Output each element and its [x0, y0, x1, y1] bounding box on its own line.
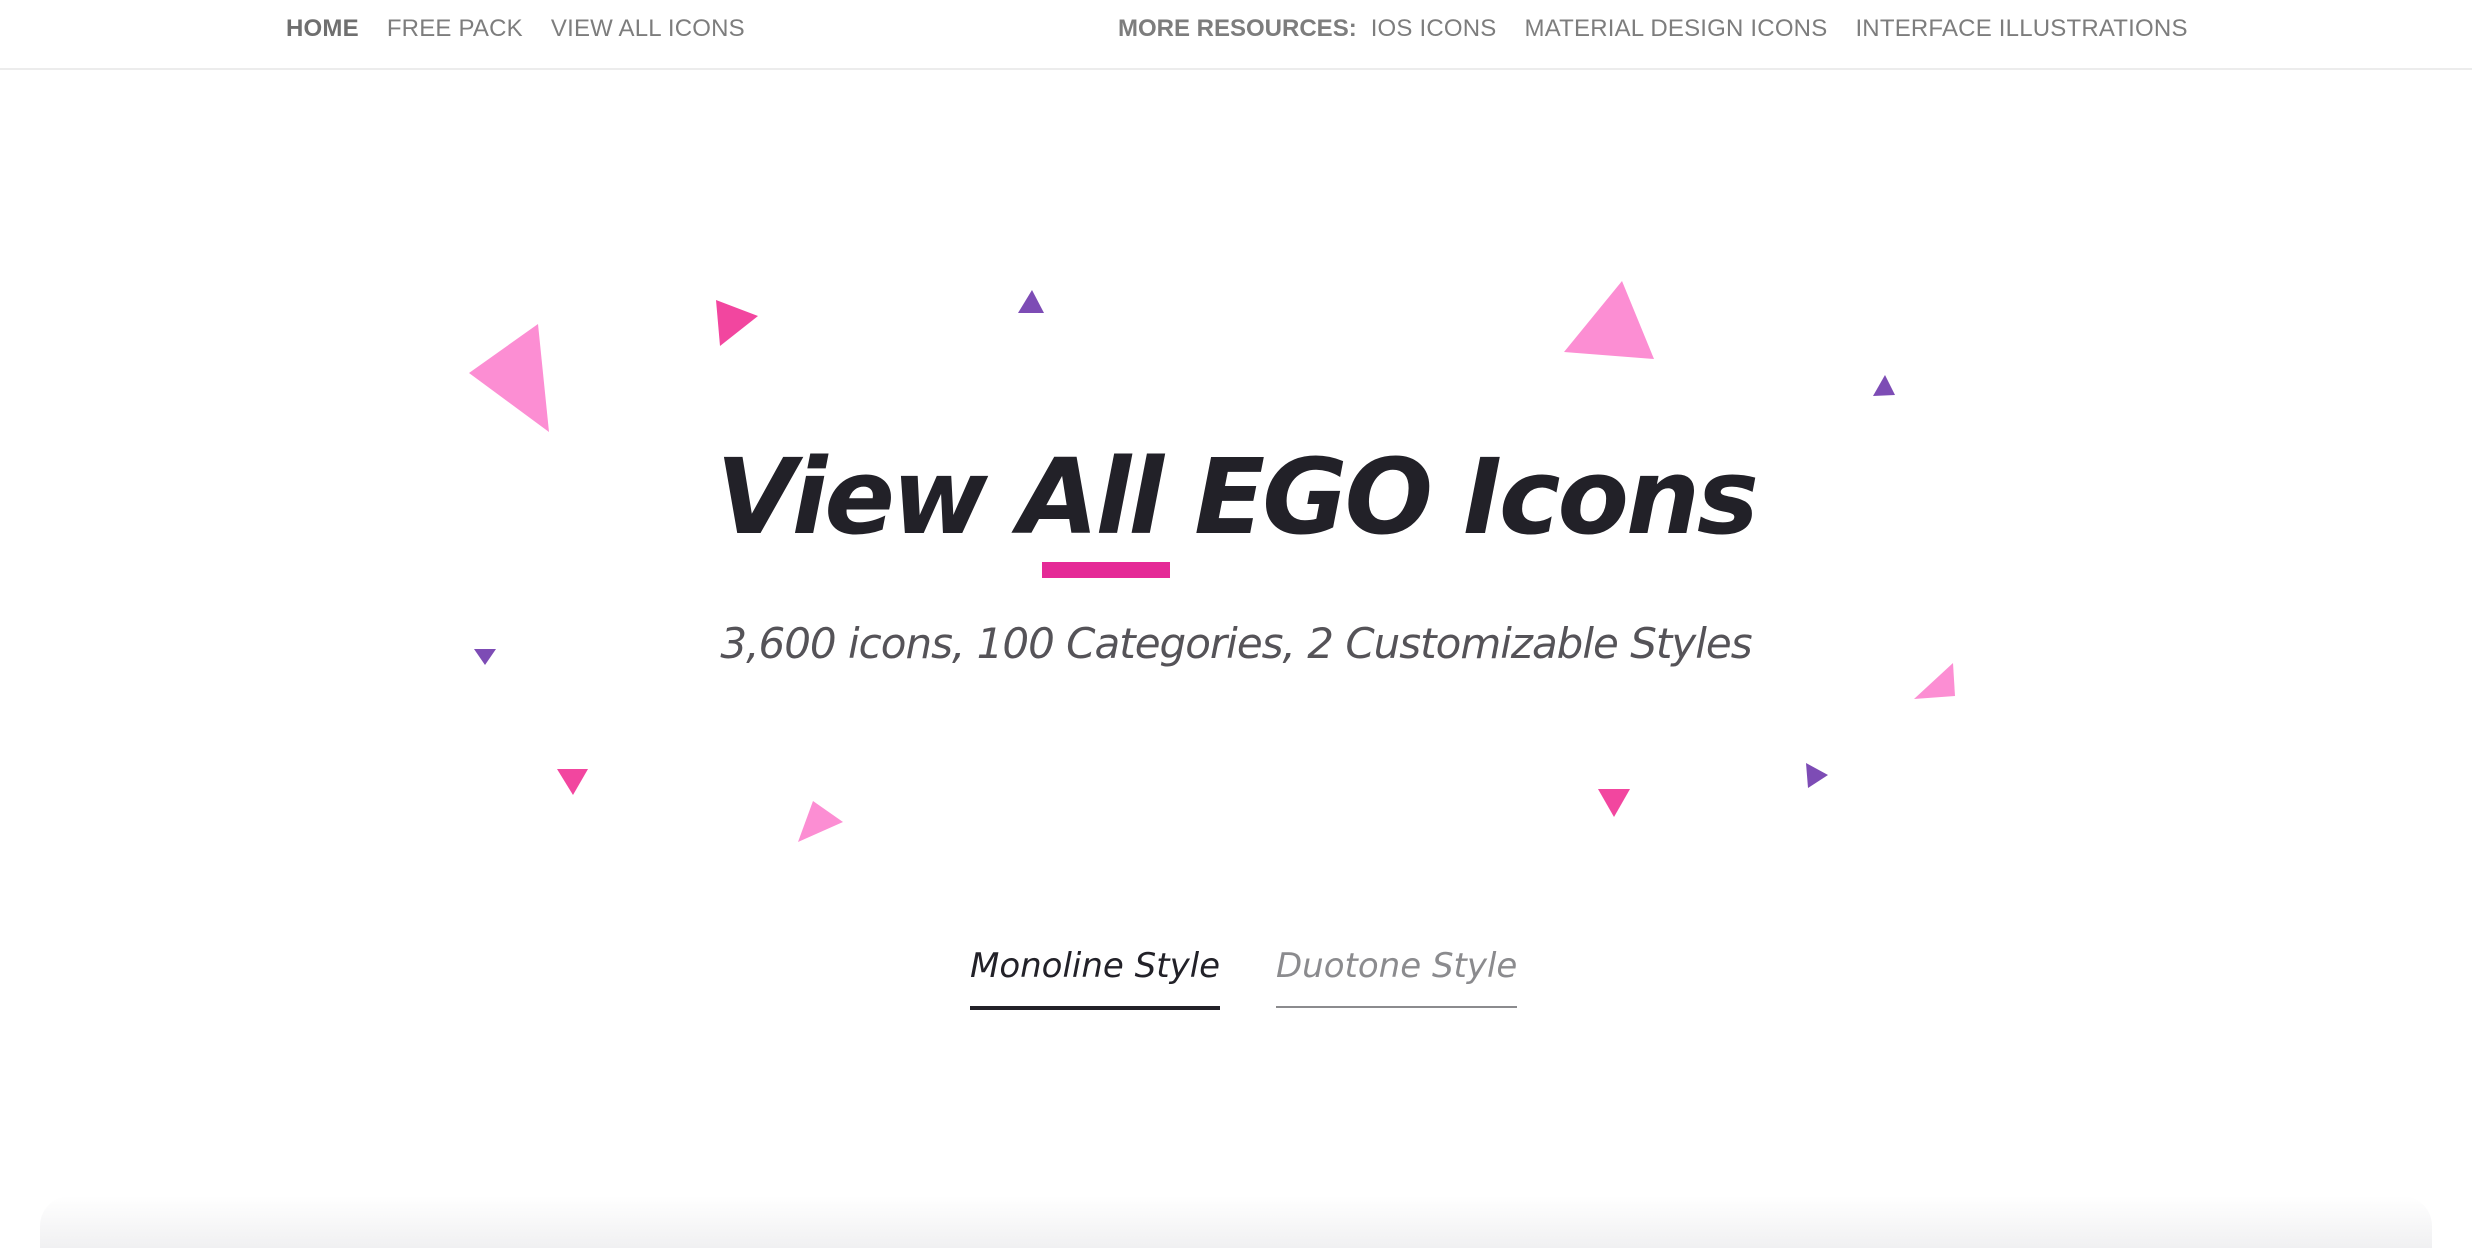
confetti-triangle-pink-bottom-right [1598, 789, 1630, 817]
nav-view-all-icons-link[interactable]: VIEW ALL ICONS [551, 15, 745, 43]
page: HOME FREE PACK VIEW ALL ICONS MORE RESOU… [0, 0, 2472, 1248]
confetti-triangle-purple-right [1873, 375, 1895, 396]
tab-duotone-style[interactable]: Duotone Style [1276, 938, 1518, 1008]
confetti-triangle-purple-top [1018, 290, 1044, 313]
style-tabs: Monoline Style Duotone Style [0, 938, 2472, 1018]
more-resources-label: MORE RESOURCES: [1118, 15, 1357, 42]
nav-home-link[interactable]: HOME [286, 15, 359, 43]
nav-free-pack-link[interactable]: FREE PACK [387, 15, 523, 43]
nav-ios-icons-link[interactable]: IOS ICONS [1371, 15, 1497, 43]
confetti-triangle-light-bottom [798, 801, 843, 842]
page-title: View All EGO Icons [716, 436, 1759, 558]
confetti-triangle-pink-small [716, 300, 758, 346]
resources-nav: MORE RESOURCES: IOS ICONS MATERIAL DESIG… [1118, 0, 2188, 58]
confetti-triangle-purple-bottom-right [1806, 763, 1828, 788]
title-accent-underline [1042, 562, 1170, 578]
confetti-triangle-pink-bottom-left [557, 769, 588, 795]
confetti-triangle-large-right [1564, 281, 1654, 359]
top-navigation: HOME FREE PACK VIEW ALL ICONS MORE RESOU… [0, 0, 2472, 70]
nav-material-design-icons-link[interactable]: MATERIAL DESIGN ICONS [1525, 15, 1828, 43]
hero-section: View All EGO Icons 3,600 icons, 100 Cate… [0, 72, 2472, 1248]
page-subtitle: 3,600 icons, 100 Categories, 2 Customiza… [720, 619, 1752, 668]
content-panel-edge [40, 1196, 2432, 1248]
primary-nav: HOME FREE PACK VIEW ALL ICONS [286, 0, 773, 58]
confetti-triangle-large-left [469, 324, 549, 432]
tab-monoline-style[interactable]: Monoline Style [970, 938, 1221, 1010]
nav-interface-illustrations-link[interactable]: INTERFACE ILLUSTRATIONS [1855, 15, 2187, 43]
